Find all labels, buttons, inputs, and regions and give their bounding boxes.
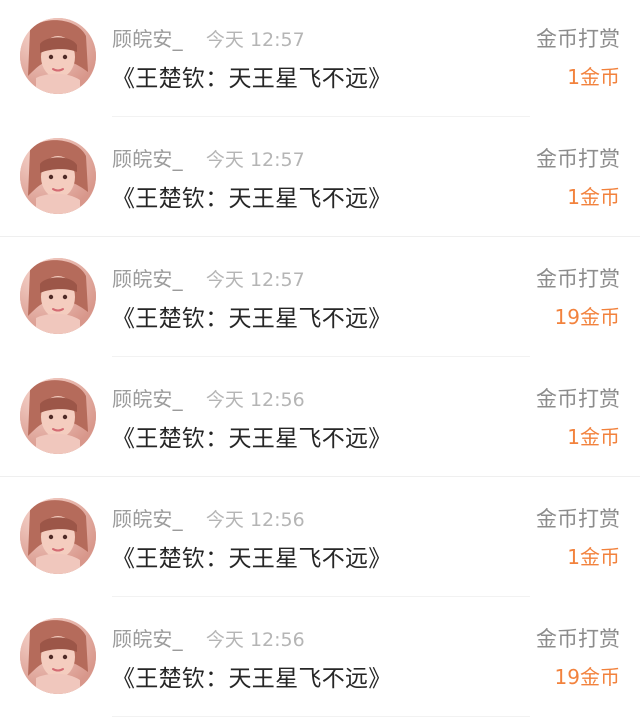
user-avatar-icon[interactable] [20, 498, 96, 574]
user-name[interactable]: 顾皖安_ [112, 147, 183, 171]
row-divider [112, 356, 530, 357]
row-divider [112, 116, 530, 117]
row-divider [0, 236, 640, 237]
row-divider [0, 476, 640, 477]
reward-records-list: 顾皖安_ 今天 12:57 《王楚钦：天王星飞不远》 金币打赏 1金币 顾皖安_… [0, 0, 640, 717]
reward-record-row[interactable]: 顾皖安_ 今天 12:56 《王楚钦：天王星飞不远》 金币打赏 1金币 [0, 360, 640, 480]
timestamp: 今天 12:56 [205, 389, 305, 411]
user-avatar-icon[interactable] [20, 378, 96, 454]
user-avatar-icon[interactable] [20, 258, 96, 334]
reward-record-row[interactable]: 顾皖安_ 今天 12:57 《王楚钦：天王星飞不远》 金币打赏 1金币 [0, 120, 640, 240]
reward-amount: 1金币 [567, 65, 620, 89]
user-name[interactable]: 顾皖安_ [112, 267, 183, 291]
reward-amount: 1金币 [567, 425, 620, 449]
timestamp: 今天 12:57 [205, 149, 305, 171]
user-name[interactable]: 顾皖安_ [112, 27, 183, 51]
reward-amount: 19金币 [554, 305, 620, 329]
record-meta: 顾皖安_ 今天 12:56 [112, 384, 305, 414]
reward-type-label: 金币打赏 [536, 387, 620, 411]
reward-type-label: 金币打赏 [536, 27, 620, 51]
book-title[interactable]: 《王楚钦：天王星飞不远》 [112, 422, 392, 456]
reward-record-row[interactable]: 顾皖安_ 今天 12:57 《王楚钦：天王星飞不远》 金币打赏 19金币 [0, 240, 640, 360]
reward-type-label: 金币打赏 [536, 507, 620, 531]
record-meta: 顾皖安_ 今天 12:57 [112, 264, 305, 294]
user-avatar-icon[interactable] [20, 18, 96, 94]
record-meta: 顾皖安_ 今天 12:57 [112, 144, 305, 174]
record-meta: 顾皖安_ 今天 12:56 [112, 504, 305, 534]
reward-type-label: 金币打赏 [536, 627, 620, 651]
reward-record-row[interactable]: 顾皖安_ 今天 12:56 《王楚钦：天王星飞不远》 金币打赏 19金币 [0, 600, 640, 717]
book-title[interactable]: 《王楚钦：天王星飞不远》 [112, 542, 392, 576]
reward-type-label: 金币打赏 [536, 147, 620, 171]
user-avatar-icon[interactable] [20, 618, 96, 694]
timestamp: 今天 12:56 [205, 509, 305, 531]
book-title[interactable]: 《王楚钦：天王星飞不远》 [112, 182, 392, 216]
reward-type-label: 金币打赏 [536, 267, 620, 291]
book-title[interactable]: 《王楚钦：天王星飞不远》 [112, 662, 392, 696]
timestamp: 今天 12:57 [205, 29, 305, 51]
record-meta: 顾皖安_ 今天 12:57 [112, 24, 305, 54]
user-name[interactable]: 顾皖安_ [112, 627, 183, 651]
reward-amount: 19金币 [554, 665, 620, 689]
book-title[interactable]: 《王楚钦：天王星飞不远》 [112, 62, 392, 96]
reward-amount: 1金币 [567, 545, 620, 569]
timestamp: 今天 12:56 [205, 629, 305, 651]
reward-record-row[interactable]: 顾皖安_ 今天 12:56 《王楚钦：天王星飞不远》 金币打赏 1金币 [0, 480, 640, 600]
user-avatar-icon[interactable] [20, 138, 96, 214]
record-meta: 顾皖安_ 今天 12:56 [112, 624, 305, 654]
timestamp: 今天 12:57 [205, 269, 305, 291]
user-name[interactable]: 顾皖安_ [112, 387, 183, 411]
row-divider [112, 596, 530, 597]
book-title[interactable]: 《王楚钦：天王星飞不远》 [112, 302, 392, 336]
user-name[interactable]: 顾皖安_ [112, 507, 183, 531]
reward-record-row[interactable]: 顾皖安_ 今天 12:57 《王楚钦：天王星飞不远》 金币打赏 1金币 [0, 0, 640, 120]
reward-amount: 1金币 [567, 185, 620, 209]
